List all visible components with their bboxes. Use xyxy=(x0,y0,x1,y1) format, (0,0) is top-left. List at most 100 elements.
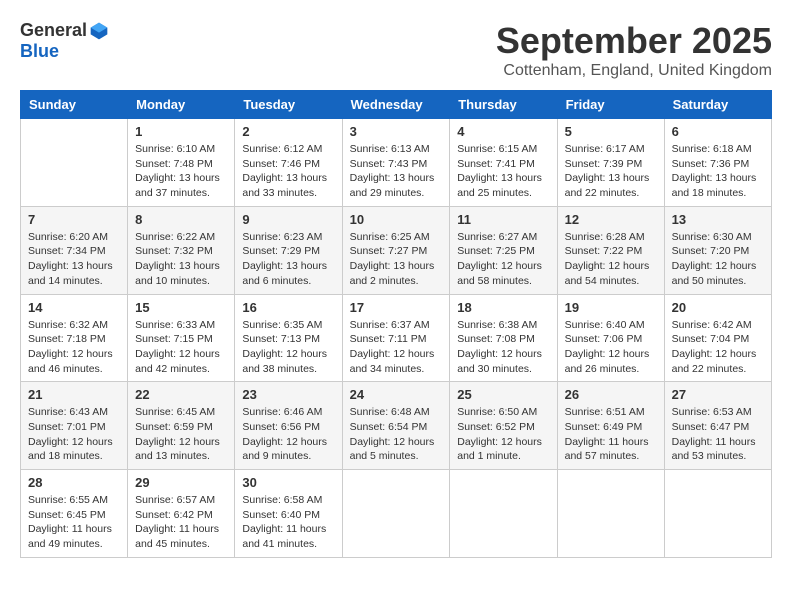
day-info: Sunrise: 6:46 AM Sunset: 6:56 PM Dayligh… xyxy=(242,405,334,464)
day-info: Sunrise: 6:35 AM Sunset: 7:13 PM Dayligh… xyxy=(242,318,334,377)
sunset-text: Sunset: 6:45 PM xyxy=(28,509,106,521)
table-row: 22 Sunrise: 6:45 AM Sunset: 6:59 PM Dayl… xyxy=(128,382,235,470)
day-info: Sunrise: 6:48 AM Sunset: 6:54 PM Dayligh… xyxy=(350,405,443,464)
daylight-text: Daylight: 13 hours and 33 minutes. xyxy=(242,172,327,199)
sunset-text: Sunset: 7:41 PM xyxy=(457,158,535,170)
location: Cottenham, England, United Kingdom xyxy=(496,62,772,80)
day-number: 19 xyxy=(565,300,657,315)
day-number: 13 xyxy=(672,212,764,227)
table-row: 26 Sunrise: 6:51 AM Sunset: 6:49 PM Dayl… xyxy=(557,382,664,470)
sunrise-text: Sunrise: 6:28 AM xyxy=(565,231,645,243)
day-number: 5 xyxy=(565,124,657,139)
day-number: 3 xyxy=(350,124,443,139)
daylight-text: Daylight: 13 hours and 14 minutes. xyxy=(28,260,113,287)
table-row: 9 Sunrise: 6:23 AM Sunset: 7:29 PM Dayli… xyxy=(235,206,342,294)
daylight-text: Daylight: 11 hours and 57 minutes. xyxy=(565,436,649,463)
table-row xyxy=(664,470,771,558)
sunset-text: Sunset: 7:48 PM xyxy=(135,158,213,170)
day-info: Sunrise: 6:30 AM Sunset: 7:20 PM Dayligh… xyxy=(672,230,764,289)
calendar-week-row: 14 Sunrise: 6:32 AM Sunset: 7:18 PM Dayl… xyxy=(21,294,772,382)
sunset-text: Sunset: 7:43 PM xyxy=(350,158,428,170)
sunset-text: Sunset: 7:25 PM xyxy=(457,245,535,257)
sunrise-text: Sunrise: 6:10 AM xyxy=(135,143,215,155)
day-info: Sunrise: 6:10 AM Sunset: 7:48 PM Dayligh… xyxy=(135,142,227,201)
day-info: Sunrise: 6:40 AM Sunset: 7:06 PM Dayligh… xyxy=(565,318,657,377)
sunset-text: Sunset: 7:34 PM xyxy=(28,245,106,257)
day-info: Sunrise: 6:58 AM Sunset: 6:40 PM Dayligh… xyxy=(242,493,334,552)
col-saturday: Saturday xyxy=(664,91,771,119)
table-row: 6 Sunrise: 6:18 AM Sunset: 7:36 PM Dayli… xyxy=(664,119,771,207)
daylight-text: Daylight: 11 hours and 45 minutes. xyxy=(135,523,219,550)
day-info: Sunrise: 6:27 AM Sunset: 7:25 PM Dayligh… xyxy=(457,230,549,289)
logo-general-text: General xyxy=(20,20,87,41)
day-info: Sunrise: 6:53 AM Sunset: 6:47 PM Dayligh… xyxy=(672,405,764,464)
day-number: 23 xyxy=(242,387,334,402)
day-number: 1 xyxy=(135,124,227,139)
table-row: 15 Sunrise: 6:33 AM Sunset: 7:15 PM Dayl… xyxy=(128,294,235,382)
daylight-text: Daylight: 11 hours and 53 minutes. xyxy=(672,436,756,463)
table-row: 24 Sunrise: 6:48 AM Sunset: 6:54 PM Dayl… xyxy=(342,382,450,470)
col-sunday: Sunday xyxy=(21,91,128,119)
calendar-table: Sunday Monday Tuesday Wednesday Thursday… xyxy=(20,90,772,558)
day-info: Sunrise: 6:37 AM Sunset: 7:11 PM Dayligh… xyxy=(350,318,443,377)
sunset-text: Sunset: 7:22 PM xyxy=(565,245,643,257)
day-number: 14 xyxy=(28,300,120,315)
day-number: 26 xyxy=(565,387,657,402)
day-info: Sunrise: 6:38 AM Sunset: 7:08 PM Dayligh… xyxy=(457,318,549,377)
table-row: 30 Sunrise: 6:58 AM Sunset: 6:40 PM Dayl… xyxy=(235,470,342,558)
col-thursday: Thursday xyxy=(450,91,557,119)
table-row: 1 Sunrise: 6:10 AM Sunset: 7:48 PM Dayli… xyxy=(128,119,235,207)
day-info: Sunrise: 6:25 AM Sunset: 7:27 PM Dayligh… xyxy=(350,230,443,289)
daylight-text: Daylight: 12 hours and 58 minutes. xyxy=(457,260,542,287)
day-info: Sunrise: 6:55 AM Sunset: 6:45 PM Dayligh… xyxy=(28,493,120,552)
sunset-text: Sunset: 7:32 PM xyxy=(135,245,213,257)
sunset-text: Sunset: 7:11 PM xyxy=(350,333,427,345)
sunrise-text: Sunrise: 6:46 AM xyxy=(242,406,322,418)
sunrise-text: Sunrise: 6:20 AM xyxy=(28,231,108,243)
daylight-text: Daylight: 12 hours and 22 minutes. xyxy=(672,348,757,375)
day-number: 29 xyxy=(135,475,227,490)
sunset-text: Sunset: 6:54 PM xyxy=(350,421,428,433)
page-header: General Blue September 2025 Cottenham, E… xyxy=(20,20,772,80)
day-info: Sunrise: 6:20 AM Sunset: 7:34 PM Dayligh… xyxy=(28,230,120,289)
table-row: 17 Sunrise: 6:37 AM Sunset: 7:11 PM Dayl… xyxy=(342,294,450,382)
day-info: Sunrise: 6:43 AM Sunset: 7:01 PM Dayligh… xyxy=(28,405,120,464)
day-number: 7 xyxy=(28,212,120,227)
table-row: 3 Sunrise: 6:13 AM Sunset: 7:43 PM Dayli… xyxy=(342,119,450,207)
sunset-text: Sunset: 6:49 PM xyxy=(565,421,643,433)
day-number: 12 xyxy=(565,212,657,227)
table-row: 14 Sunrise: 6:32 AM Sunset: 7:18 PM Dayl… xyxy=(21,294,128,382)
table-row: 27 Sunrise: 6:53 AM Sunset: 6:47 PM Dayl… xyxy=(664,382,771,470)
sunrise-text: Sunrise: 6:55 AM xyxy=(28,494,108,506)
day-number: 6 xyxy=(672,124,764,139)
table-row: 18 Sunrise: 6:38 AM Sunset: 7:08 PM Dayl… xyxy=(450,294,557,382)
col-friday: Friday xyxy=(557,91,664,119)
day-number: 22 xyxy=(135,387,227,402)
day-info: Sunrise: 6:23 AM Sunset: 7:29 PM Dayligh… xyxy=(242,230,334,289)
daylight-text: Daylight: 12 hours and 38 minutes. xyxy=(242,348,327,375)
daylight-text: Daylight: 12 hours and 30 minutes. xyxy=(457,348,542,375)
sunset-text: Sunset: 7:08 PM xyxy=(457,333,535,345)
table-row: 2 Sunrise: 6:12 AM Sunset: 7:46 PM Dayli… xyxy=(235,119,342,207)
table-row: 16 Sunrise: 6:35 AM Sunset: 7:13 PM Dayl… xyxy=(235,294,342,382)
table-row: 25 Sunrise: 6:50 AM Sunset: 6:52 PM Dayl… xyxy=(450,382,557,470)
daylight-text: Daylight: 12 hours and 46 minutes. xyxy=(28,348,113,375)
daylight-text: Daylight: 12 hours and 34 minutes. xyxy=(350,348,435,375)
sunrise-text: Sunrise: 6:42 AM xyxy=(672,319,752,331)
sunrise-text: Sunrise: 6:12 AM xyxy=(242,143,322,155)
day-number: 24 xyxy=(350,387,443,402)
sunrise-text: Sunrise: 6:48 AM xyxy=(350,406,430,418)
logo-blue-text: Blue xyxy=(20,41,59,61)
day-info: Sunrise: 6:42 AM Sunset: 7:04 PM Dayligh… xyxy=(672,318,764,377)
calendar-week-row: 7 Sunrise: 6:20 AM Sunset: 7:34 PM Dayli… xyxy=(21,206,772,294)
daylight-text: Daylight: 13 hours and 10 minutes. xyxy=(135,260,220,287)
daylight-text: Daylight: 13 hours and 29 minutes. xyxy=(350,172,435,199)
sunset-text: Sunset: 7:18 PM xyxy=(28,333,106,345)
calendar-week-row: 1 Sunrise: 6:10 AM Sunset: 7:48 PM Dayli… xyxy=(21,119,772,207)
day-number: 15 xyxy=(135,300,227,315)
sunset-text: Sunset: 7:29 PM xyxy=(242,245,320,257)
calendar-header-row: Sunday Monday Tuesday Wednesday Thursday… xyxy=(21,91,772,119)
daylight-text: Daylight: 13 hours and 25 minutes. xyxy=(457,172,542,199)
table-row: 29 Sunrise: 6:57 AM Sunset: 6:42 PM Dayl… xyxy=(128,470,235,558)
sunset-text: Sunset: 6:47 PM xyxy=(672,421,750,433)
